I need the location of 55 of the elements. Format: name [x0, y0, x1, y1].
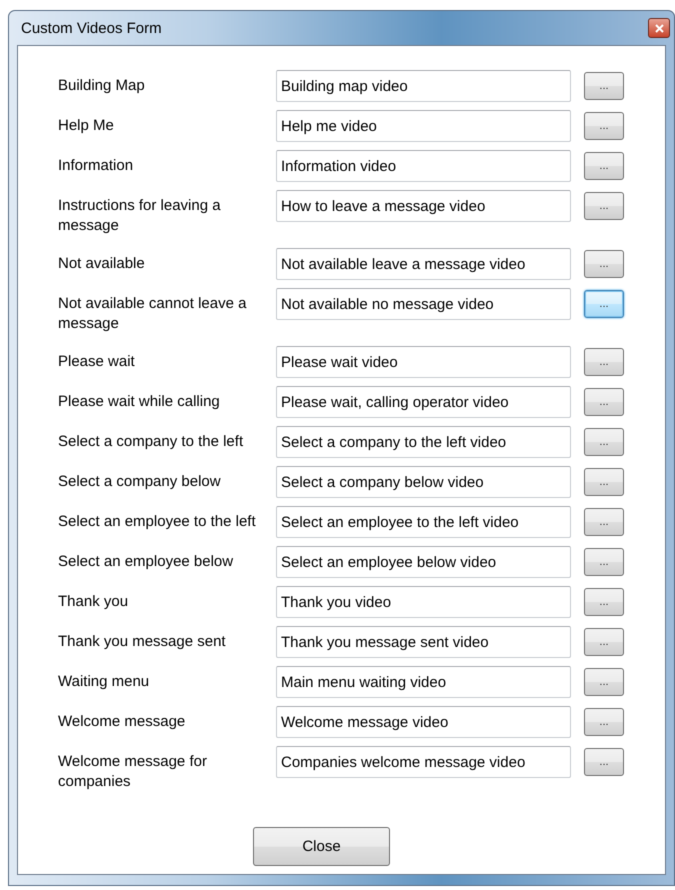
input-field[interactable]: Not available no message video	[276, 288, 571, 320]
browse-button[interactable]: ...	[584, 468, 624, 496]
input-field[interactable]: Please wait, calling operator video	[276, 386, 571, 418]
browse-button[interactable]: ...	[584, 388, 624, 416]
browse-button[interactable]: ...	[584, 152, 624, 180]
browse-button[interactable]: ...	[584, 192, 624, 220]
input-field[interactable]: Information video	[276, 150, 571, 182]
field-label: Select a company to the left	[58, 432, 244, 452]
input-field[interactable]: Thank you video	[276, 586, 571, 618]
field-label: Welcome message	[58, 712, 186, 732]
input-field[interactable]: Welcome message video	[276, 706, 571, 738]
close-button[interactable]: Close	[253, 827, 390, 866]
field-label: Help Me	[58, 116, 115, 136]
input-field[interactable]: Select an employee to the left video	[276, 506, 571, 538]
browse-button[interactable]: ...	[584, 428, 624, 456]
field-label: Instructions for leaving a message	[58, 196, 222, 236]
input-field[interactable]: Building map video	[276, 70, 571, 102]
browse-button[interactable]: ...	[584, 668, 624, 696]
browse-button[interactable]: ...	[584, 290, 624, 318]
input-field[interactable]: Not available leave a message video	[276, 248, 571, 280]
field-label: Please wait while calling	[58, 392, 221, 412]
input-field[interactable]: Please wait video	[276, 346, 571, 378]
field-label: Welcome message for companies	[58, 752, 208, 792]
input-field[interactable]: Select a company to the left video	[276, 426, 571, 458]
close-icon	[654, 24, 664, 32]
field-label: Select an employee to the left	[58, 512, 257, 532]
browse-button[interactable]: ...	[584, 508, 624, 536]
browse-button[interactable]: ...	[584, 348, 624, 376]
close-button[interactable]	[648, 18, 670, 38]
browse-button[interactable]: ...	[584, 250, 624, 278]
browse-button[interactable]: ...	[584, 72, 624, 100]
field-label: Waiting menu	[58, 672, 150, 692]
field-label: Building Map	[58, 76, 146, 96]
field-label: Select an employee below	[58, 552, 234, 572]
field-label: Information	[58, 156, 134, 176]
field-label: Please wait	[58, 352, 136, 372]
input-field[interactable]: Select an employee below video	[276, 546, 571, 578]
browse-button[interactable]: ...	[584, 112, 624, 140]
browse-button[interactable]: ...	[584, 748, 624, 776]
input-field[interactable]: Companies welcome message video	[276, 746, 571, 778]
input-field[interactable]: Select a company below video	[276, 466, 571, 498]
browse-button[interactable]: ...	[584, 588, 624, 616]
field-label: Thank you message sent	[58, 632, 227, 652]
browse-button[interactable]: ...	[584, 708, 624, 736]
input-field[interactable]: How to leave a message video	[276, 190, 571, 222]
browse-button[interactable]: ...	[584, 548, 624, 576]
field-label: Not available cannot leave a message	[58, 294, 248, 334]
input-field[interactable]: Main menu waiting video	[276, 666, 571, 698]
field-label: Not available	[58, 254, 146, 274]
field-label: Thank you	[58, 592, 130, 612]
field-label: Select a company below	[58, 472, 222, 492]
input-field[interactable]: Thank you message sent video	[276, 626, 571, 658]
input-field[interactable]: Help me video	[276, 110, 571, 142]
window-title: Custom Videos Form	[20, 20, 163, 36]
browse-button[interactable]: ...	[584, 628, 624, 656]
